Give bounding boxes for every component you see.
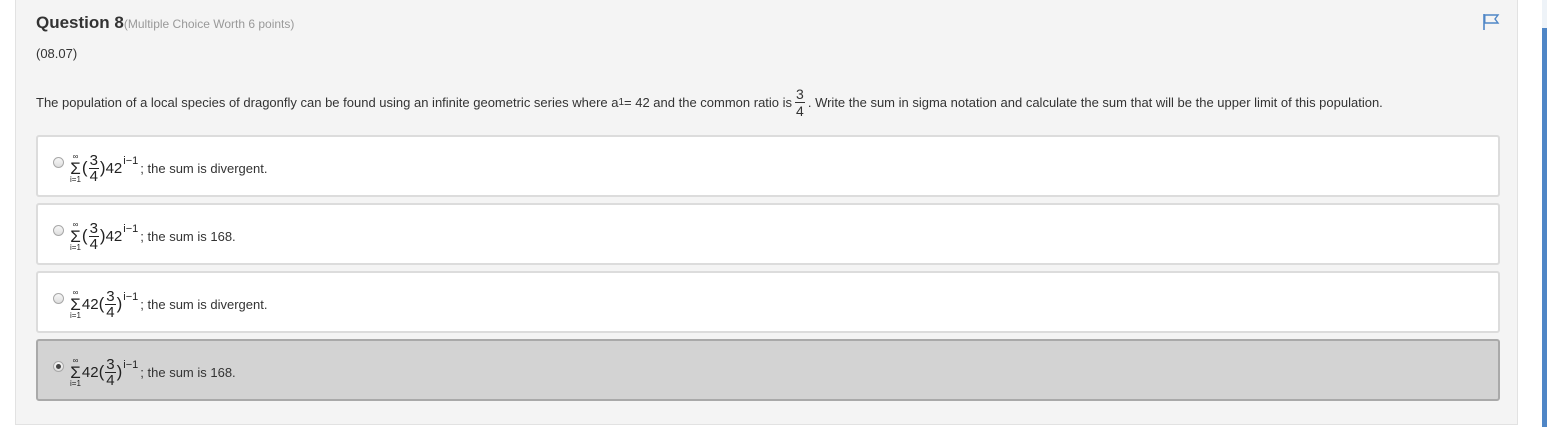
- fraction-denominator: 4: [106, 371, 115, 389]
- answer-formula: ∞ Σ i=1 ( 3 4 ) 42 i−1 ; the sum is dive…: [70, 145, 267, 191]
- fraction: 3 4: [105, 287, 116, 321]
- sigma-notation: ∞ Σ i=1: [70, 152, 81, 184]
- question-code: (08.07): [36, 46, 78, 61]
- answer-option-c[interactable]: ∞ Σ i=1 42 ( 3 4 ) i−1 ; the sum is dive…: [36, 271, 1500, 333]
- coefficient: 42: [81, 295, 99, 313]
- answer-text: ; the sum is divergent.: [140, 296, 268, 312]
- fraction-numerator: 3: [105, 287, 116, 305]
- close-paren: ): [116, 362, 123, 381]
- answer-formula: ∞ Σ i=1 42 ( 3 4 ) i−1 ; the sum is dive…: [70, 281, 267, 327]
- sigma-lower-limit: i=1: [70, 174, 81, 184]
- exponent: i−1: [123, 155, 139, 167]
- sigma-lower-limit: i=1: [70, 242, 81, 252]
- close-paren: ): [116, 294, 123, 313]
- fraction-numerator: 3: [105, 355, 116, 373]
- answer-text: ; the sum is 168.: [140, 364, 236, 380]
- ratio-fraction: 3 4: [795, 86, 805, 119]
- answer-option-a[interactable]: ∞ Σ i=1 ( 3 4 ) 42 i−1 ; the sum is dive…: [36, 135, 1500, 197]
- scrollbar-track[interactable]: [1542, 0, 1547, 427]
- radio-button[interactable]: [53, 225, 64, 236]
- answer-text: ; the sum is 168.: [140, 228, 236, 244]
- exponent: i−1: [123, 359, 139, 371]
- fraction: 3 4: [88, 151, 99, 185]
- answer-text: ; the sum is divergent.: [140, 160, 268, 176]
- sigma-symbol: Σ: [70, 362, 81, 382]
- question-worth: (Multiple Choice Worth 6 points): [123, 17, 295, 31]
- question-panel: Question 8(Multiple Choice Worth 6 point…: [15, 0, 1518, 425]
- question-text-middle: = 42 and the common ratio is: [624, 95, 793, 110]
- sigma-notation: ∞ Σ i=1: [70, 356, 81, 388]
- answer-option-d[interactable]: ∞ Σ i=1 42 ( 3 4 ) i−1 ; the sum is 168.: [36, 339, 1500, 401]
- question-title: Question 8(Multiple Choice Worth 6 point…: [36, 13, 294, 33]
- exponent: i−1: [123, 223, 139, 235]
- radio-button-checked[interactable]: [53, 361, 64, 372]
- fraction: 3 4: [88, 219, 99, 253]
- fraction: 3 4: [105, 355, 116, 389]
- open-paren: (: [98, 294, 105, 313]
- coefficient: 42: [81, 363, 99, 381]
- question-text: The population of a local species of dra…: [36, 86, 1383, 119]
- answer-option-b[interactable]: ∞ Σ i=1 ( 3 4 ) 42 i−1 ; the sum is 168.: [36, 203, 1500, 265]
- question-number: Question 8: [36, 13, 124, 32]
- sigma-lower-limit: i=1: [70, 310, 81, 320]
- ratio-denominator: 4: [796, 103, 804, 119]
- sigma-notation: ∞ Σ i=1: [70, 288, 81, 320]
- base-value: 42: [105, 227, 123, 245]
- open-paren: (: [98, 362, 105, 381]
- sigma-symbol: Σ: [70, 294, 81, 314]
- radio-button[interactable]: [53, 157, 64, 168]
- fraction-numerator: 3: [88, 219, 99, 237]
- ratio-numerator: 3: [795, 86, 805, 103]
- sigma-lower-limit: i=1: [70, 378, 81, 388]
- radio-button[interactable]: [53, 293, 64, 304]
- flag-icon[interactable]: [1482, 13, 1500, 31]
- scrollbar-thumb[interactable]: [1542, 28, 1547, 427]
- base-value: 42: [105, 159, 123, 177]
- answer-formula: ∞ Σ i=1 ( 3 4 ) 42 i−1 ; the sum is 168.: [70, 213, 236, 259]
- answer-formula: ∞ Σ i=1 42 ( 3 4 ) i−1 ; the sum is 168.: [70, 349, 236, 395]
- fraction-numerator: 3: [88, 151, 99, 169]
- open-paren: (: [81, 226, 88, 245]
- fraction-denominator: 4: [89, 167, 98, 185]
- sigma-notation: ∞ Σ i=1: [70, 220, 81, 252]
- fraction-denominator: 4: [89, 235, 98, 253]
- sigma-symbol: Σ: [70, 226, 81, 246]
- fraction-denominator: 4: [106, 303, 115, 321]
- question-text-start: The population of a local species of dra…: [36, 95, 619, 110]
- question-text-end: . Write the sum in sigma notation and ca…: [807, 95, 1383, 110]
- open-paren: (: [81, 158, 88, 177]
- sigma-symbol: Σ: [70, 158, 81, 178]
- exponent: i−1: [123, 291, 139, 303]
